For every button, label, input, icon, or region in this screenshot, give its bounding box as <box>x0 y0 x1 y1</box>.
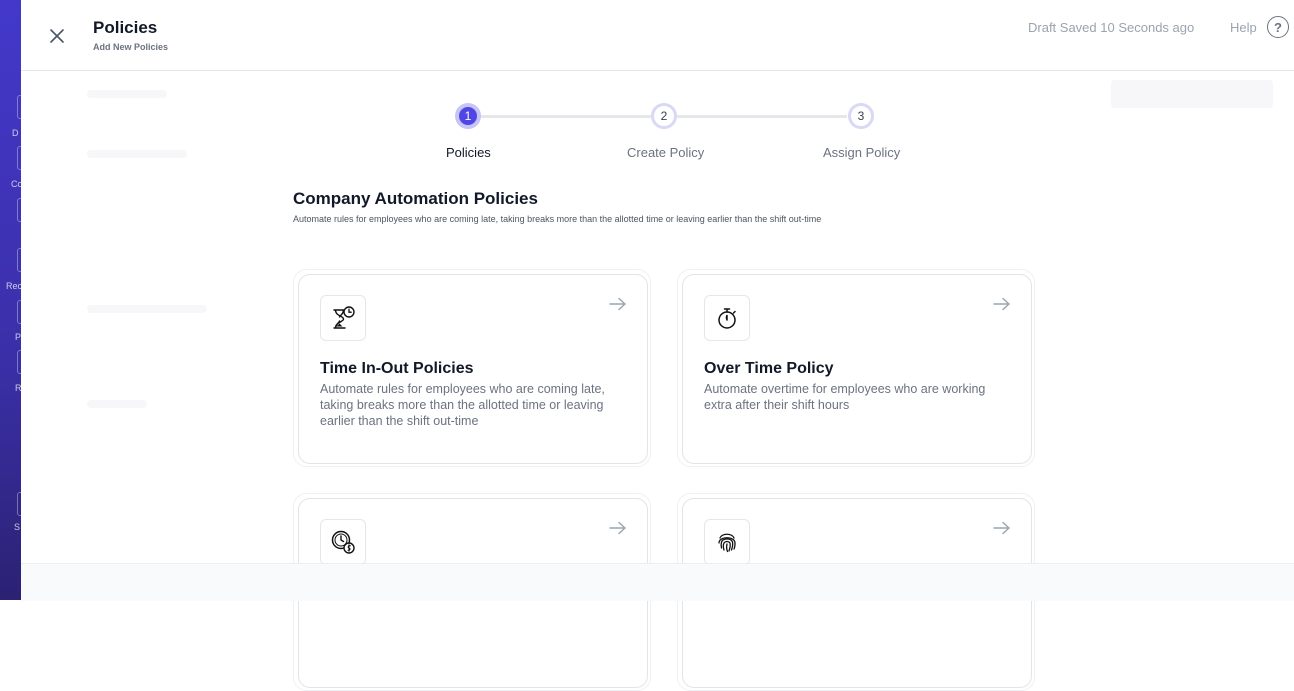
step-2-label[interactable]: Create Policy <box>627 145 704 160</box>
draft-status: Draft Saved 10 Seconds ago <box>1028 20 1195 35</box>
background-ghost-text <box>87 400 147 408</box>
policy-card-wrapper: Time In-Out Policies Automate rules for … <box>293 269 651 467</box>
policy-card-description: Automate rules for employees who are com… <box>320 382 605 428</box>
background-ghost-text <box>87 305 207 313</box>
help-link[interactable]: Help <box>1230 20 1257 35</box>
step-3-label[interactable]: Assign Policy <box>823 145 900 160</box>
help-icon[interactable]: ? <box>1267 16 1289 38</box>
stopwatch-icon <box>704 295 750 341</box>
close-icon <box>50 29 64 43</box>
hourglass-clock-icon <box>320 295 366 341</box>
page-title: Policies <box>93 18 158 37</box>
policy-card-wrapper: Over Time Policy Automate overtime for e… <box>677 269 1035 467</box>
policy-card-over-time[interactable]: Over Time Policy Automate overtime for e… <box>682 274 1032 464</box>
background-nav-fragment: Rec <box>6 281 21 291</box>
policy-card-title: Over Time Policy <box>704 360 834 377</box>
step-3-indicator[interactable]: 3 <box>848 103 874 129</box>
background-nav-fragment: S <box>14 522 21 532</box>
fingerprint-icon <box>704 519 750 565</box>
background-nav-fragment: Co <box>11 179 21 189</box>
clock-money-icon <box>320 519 366 565</box>
policy-card-title: Time In-Out Policies <box>320 360 474 377</box>
arrow-right-icon[interactable] <box>993 297 1011 311</box>
background-ghost-text <box>87 150 187 158</box>
background-ghost-button <box>1111 80 1273 108</box>
stepper-connector <box>677 115 847 118</box>
page-subtitle: Add New Policies <box>93 42 169 52</box>
section-description: Automate rules for employees who are com… <box>293 214 822 224</box>
arrow-right-icon[interactable] <box>993 521 1011 535</box>
policy-card-description: Automate overtime for employees who are … <box>704 382 986 412</box>
background-ghost-text <box>87 90 167 98</box>
policy-card-time-in-out[interactable]: Time In-Out Policies Automate rules for … <box>298 274 648 464</box>
stepper-connector <box>481 115 651 118</box>
background-nav-fragment: D <box>12 128 19 138</box>
arrow-right-icon[interactable] <box>609 297 627 311</box>
close-button[interactable] <box>45 24 69 48</box>
arrow-right-icon[interactable] <box>609 521 627 535</box>
step-2-indicator[interactable]: 2 <box>651 103 677 129</box>
background-sidebar: D Co Rec P R S <box>0 0 21 600</box>
drawer-footer <box>21 563 1294 601</box>
drawer-header: Policies Add New Policies Draft Saved 10… <box>21 0 1294 71</box>
step-1-indicator[interactable]: 1 <box>455 103 481 129</box>
step-1-label[interactable]: Policies <box>446 145 491 160</box>
section-title: Company Automation Policies <box>293 189 538 208</box>
add-policy-drawer: Policies Add New Policies Draft Saved 10… <box>21 0 1294 691</box>
